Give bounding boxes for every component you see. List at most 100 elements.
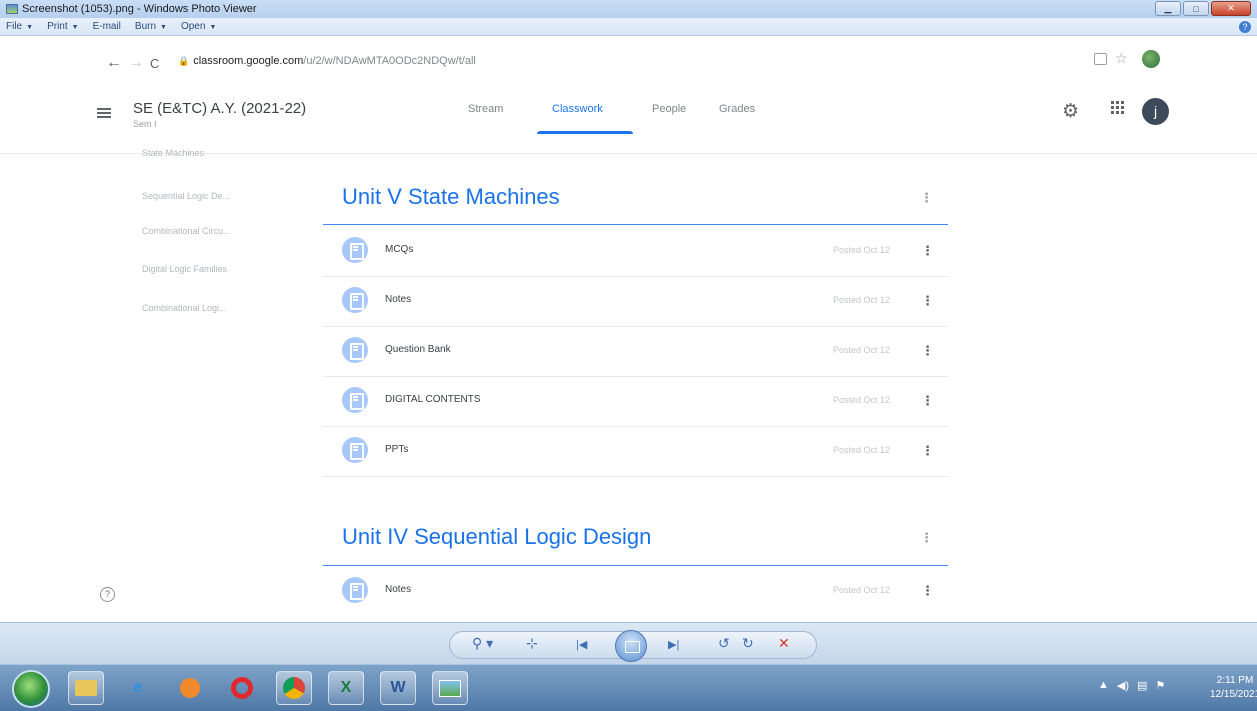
topic-combinational-logic[interactable]: Combinational Logi...	[142, 303, 227, 313]
item-more-icon[interactable]: ⋮	[921, 393, 934, 409]
item-title: MCQs	[385, 244, 414, 255]
item-title: Question Bank	[385, 344, 451, 355]
system-tray: ▲ ◀) ▤ ⚑	[1098, 679, 1165, 692]
address-bar[interactable]: 🔒 classroom.google.com/u/2/w/NDAwMTA0ODc2…	[178, 55, 476, 67]
minimize-button[interactable]: ▁	[1155, 1, 1181, 16]
class-subtitle: Sem I	[133, 119, 157, 129]
avatar[interactable]: j	[1142, 98, 1169, 125]
topic-sequential-logic[interactable]: Sequential Logic De...	[142, 191, 230, 201]
chevron-down-icon: ▼	[71, 24, 79, 31]
class-title[interactable]: SE (E&TC) A.Y. (2021-22)	[133, 100, 306, 117]
clock[interactable]: 2:11 PM 12/15/2021	[1210, 674, 1257, 702]
rotate-clockwise-icon[interactable]: ↻	[742, 635, 754, 652]
material-icon	[342, 237, 368, 263]
menu-print-label: Print	[47, 21, 68, 32]
list-item[interactable]: Notes Posted Oct 12 ⋮	[323, 567, 948, 617]
menu-email[interactable]: E-mail	[93, 21, 121, 32]
back-icon[interactable]: ←	[106, 54, 122, 72]
item-posted-date: Posted Oct 12	[833, 245, 891, 255]
item-title: PPTs	[385, 444, 409, 455]
section-more-icon[interactable]: ⋮	[920, 531, 933, 544]
word-icon[interactable]: W	[380, 671, 416, 705]
previous-icon[interactable]: |◀	[576, 638, 587, 651]
menu-print[interactable]: Print ▼	[47, 21, 79, 32]
zoom-icon[interactable]: ⚲ ▾	[472, 635, 493, 652]
material-icon	[342, 437, 368, 463]
menu-file[interactable]: File ▼	[6, 21, 33, 32]
item-posted-date: Posted Oct 12	[833, 445, 891, 455]
menu-email-label: E-mail	[92, 21, 121, 32]
folder-icon[interactable]	[68, 671, 104, 705]
delete-icon[interactable]: ✕	[778, 635, 790, 652]
taskbar: e X W ▲ ◀) ▤ ⚑ 2:11 PM 12/15/2021	[0, 664, 1257, 711]
opera-icon[interactable]	[224, 671, 260, 705]
tab-grades[interactable]: Grades	[719, 103, 755, 115]
star-icon[interactable]: ☆	[1115, 50, 1128, 67]
tab-stream[interactable]: Stream	[468, 103, 503, 115]
topic-combinational-circuits[interactable]: Combinational Circu...	[142, 226, 231, 236]
item-more-icon[interactable]: ⋮	[921, 293, 934, 309]
tab-classwork[interactable]: Classwork	[552, 103, 603, 115]
lock-icon: 🔒	[178, 56, 190, 66]
material-icon	[342, 577, 368, 603]
help-icon[interactable]: ?	[1239, 21, 1251, 33]
window-controls: ▁ □ ✕	[1155, 1, 1251, 16]
item-more-icon[interactable]: ⋮	[921, 583, 934, 599]
chrome-icon[interactable]	[276, 671, 312, 705]
section-divider	[323, 565, 948, 566]
list-item[interactable]: PPTs Posted Oct 12 ⋮	[323, 427, 948, 477]
list-item[interactable]: Question Bank Posted Oct 12 ⋮	[323, 327, 948, 377]
viewer-menu-bar: File ▼ Print ▼ E-mail Burn ▼ Open ▼	[0, 18, 1257, 36]
menu-open-label: Open	[180, 21, 206, 32]
menu-burn-label: Burn	[134, 21, 157, 32]
next-icon[interactable]: ▶|	[668, 638, 679, 651]
action-center-icon[interactable]: ⚑	[1155, 679, 1165, 692]
material-icon	[342, 387, 368, 413]
tab-people[interactable]: People	[652, 103, 686, 115]
section-more-icon[interactable]: ⋮	[920, 191, 933, 204]
maximize-button[interactable]: □	[1183, 1, 1209, 16]
forward-icon[interactable]: →	[128, 54, 144, 72]
active-tab-indicator	[537, 131, 633, 134]
extension-icon[interactable]	[1142, 50, 1160, 68]
item-posted-date: Posted Oct 12	[833, 345, 891, 355]
rotate-counterclockwise-icon[interactable]: ↺	[718, 635, 730, 652]
list-item[interactable]: DIGITAL CONTENTS Posted Oct 12 ⋮	[323, 377, 948, 427]
chevron-down-icon: ▼	[209, 24, 217, 31]
actual-size-icon[interactable]: ⊹	[526, 635, 538, 652]
item-posted-date: Posted Oct 12	[833, 585, 891, 595]
browser-toolbar: ← → C 🔒 classroom.google.com/u/2/w/NDAwMT…	[0, 36, 1257, 90]
section-title: Unit IV Sequential Logic Design	[342, 524, 652, 549]
apps-grid-icon[interactable]	[1111, 101, 1124, 114]
item-title: Notes	[385, 294, 412, 305]
excel-icon[interactable]: X	[328, 671, 364, 705]
network-icon[interactable]: ▤	[1137, 679, 1147, 692]
item-more-icon[interactable]: ⋮	[921, 343, 934, 359]
photo-viewer-taskbar-icon[interactable]	[432, 671, 468, 705]
topic-state-machines[interactable]: State Machines	[142, 148, 204, 158]
item-title: Notes	[385, 584, 412, 595]
show-hidden-icons-icon[interactable]: ▲	[1098, 679, 1109, 692]
item-more-icon[interactable]: ⋮	[921, 443, 934, 459]
share-icon[interactable]	[1094, 53, 1107, 65]
url-path: /u/2/w/NDAwMTA0ODc2NDQw/t/all	[303, 55, 476, 67]
list-item[interactable]: Notes Posted Oct 12 ⋮	[323, 277, 948, 327]
start-button[interactable]	[12, 670, 50, 708]
slideshow-button[interactable]	[615, 630, 647, 662]
topic-digital-logic-families[interactable]: Digital Logic Families	[142, 264, 227, 274]
viewer-toolbar: ⚲ ▾ ⊹ |◀ ▶| ↺ ↻ ✕	[0, 622, 1257, 664]
menu-icon[interactable]	[97, 108, 111, 118]
item-posted-date: Posted Oct 12	[833, 395, 891, 405]
internet-explorer-icon[interactable]: e	[120, 671, 156, 705]
gear-icon[interactable]: ⚙	[1062, 100, 1079, 123]
media-player-icon[interactable]	[172, 671, 208, 705]
help-icon[interactable]: ?	[100, 587, 115, 602]
item-more-icon[interactable]: ⋮	[921, 243, 934, 259]
list-item[interactable]: MCQs Posted Oct 12 ⋮	[323, 227, 948, 277]
menu-open[interactable]: Open ▼	[181, 21, 216, 32]
close-window-button[interactable]: ✕	[1211, 1, 1251, 16]
reload-icon[interactable]: C	[150, 56, 159, 71]
chevron-down-icon: ▼	[26, 24, 34, 31]
volume-icon[interactable]: ◀)	[1117, 679, 1129, 692]
menu-burn[interactable]: Burn ▼	[135, 21, 167, 32]
